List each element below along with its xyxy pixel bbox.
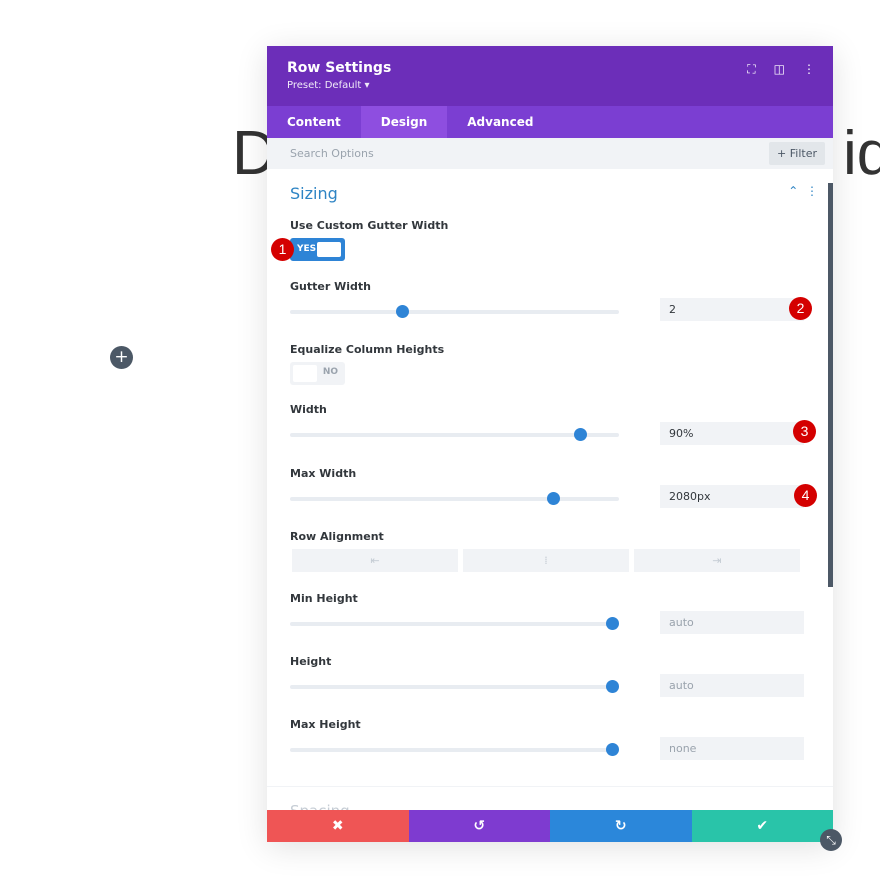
- align-left-icon: ⇤: [370, 554, 380, 567]
- gutter-width-input[interactable]: 2: [660, 298, 804, 321]
- tab-content[interactable]: Content: [267, 106, 361, 138]
- min-height-slider[interactable]: [290, 617, 620, 630]
- toggle-value: NO: [322, 367, 338, 377]
- search-options-input[interactable]: Search Options + Filter: [267, 138, 833, 169]
- slider-thumb[interactable]: [606, 680, 620, 693]
- slider-thumb[interactable]: [395, 305, 409, 318]
- gutter-width-slider[interactable]: [290, 305, 619, 318]
- section-menu-icon[interactable]: ⋮: [806, 184, 818, 198]
- cancel-button[interactable]: ✖: [267, 810, 409, 842]
- more-options-icon[interactable]: ⋮: [803, 62, 815, 77]
- height-slider[interactable]: [290, 680, 620, 693]
- modal-footer: ✖ ↺ ↻ ✔: [267, 810, 833, 842]
- modal-header: Row Settings Preset: Default ▾ ⛶ ◫ ⋮: [267, 46, 833, 106]
- max-width-slider[interactable]: [290, 492, 619, 505]
- step-badge-1: 1: [271, 238, 294, 261]
- max-width-label: Max Width: [290, 467, 357, 480]
- slider-thumb[interactable]: [573, 428, 587, 441]
- align-right-icon: ⇥: [712, 554, 722, 567]
- preset-dropdown[interactable]: Preset: Default ▾: [287, 80, 813, 91]
- undo-button[interactable]: ↺: [408, 810, 550, 842]
- width-input[interactable]: 90%: [660, 422, 804, 445]
- row-alignment-group: ⇤ ⁞ ⇥: [292, 549, 800, 572]
- slider-thumb[interactable]: [606, 743, 620, 756]
- add-row-button[interactable]: +: [110, 346, 133, 369]
- section-title: Sizing: [290, 184, 338, 203]
- max-height-input[interactable]: none: [660, 737, 804, 760]
- background-heading-right: iq: [843, 119, 880, 188]
- equalize-label: Equalize Column Heights: [290, 343, 445, 356]
- fullscreen-icon[interactable]: ⛶: [747, 62, 755, 77]
- equalize-heights-toggle[interactable]: NO: [290, 362, 345, 385]
- split-view-icon[interactable]: ◫: [774, 62, 785, 77]
- row-settings-modal: Row Settings Preset: Default ▾ ⛶ ◫ ⋮ Con…: [267, 46, 833, 842]
- align-right-button[interactable]: ⇥: [634, 549, 800, 572]
- gutter-toggle-label: Use Custom Gutter Width: [290, 219, 449, 232]
- tab-design[interactable]: Design: [360, 106, 448, 138]
- align-center-button[interactable]: ⁞: [463, 549, 629, 572]
- row-alignment-label: Row Alignment: [290, 530, 384, 543]
- width-label: Width: [290, 403, 327, 416]
- step-badge-4: 4: [794, 484, 817, 507]
- height-label: Height: [290, 655, 332, 668]
- min-height-label: Min Height: [290, 592, 358, 605]
- slider-thumb[interactable]: [547, 492, 561, 505]
- redo-button[interactable]: ↻: [550, 810, 692, 842]
- gutter-width-label: Gutter Width: [290, 280, 371, 293]
- max-width-input[interactable]: 2080px: [660, 485, 804, 508]
- height-input[interactable]: auto: [660, 674, 804, 697]
- step-badge-3: 3: [793, 420, 816, 443]
- modal-title: Row Settings: [287, 60, 392, 76]
- tab-advanced[interactable]: Advanced: [447, 106, 553, 138]
- filter-button[interactable]: + Filter: [769, 142, 825, 165]
- toggle-value: YES: [297, 244, 317, 254]
- align-center-icon: ⁞: [544, 554, 548, 567]
- resize-handle-icon[interactable]: ⤡: [820, 829, 842, 851]
- align-left-button[interactable]: ⇤: [292, 549, 458, 572]
- scrollbar[interactable]: [828, 183, 833, 587]
- save-button[interactable]: ✔: [691, 810, 833, 842]
- section-sizing[interactable]: Sizing ⌃ ⋮: [290, 184, 818, 206]
- gutter-width-toggle[interactable]: YES: [290, 238, 345, 261]
- min-height-input[interactable]: auto: [660, 611, 804, 634]
- tab-bar: Content Design Advanced: [267, 106, 833, 138]
- step-badge-2: 2: [789, 297, 812, 320]
- width-slider[interactable]: [290, 428, 619, 441]
- max-height-label: Max Height: [290, 718, 361, 731]
- chevron-up-icon[interactable]: ⌃: [788, 184, 798, 198]
- search-placeholder: Search Options: [290, 147, 374, 160]
- slider-thumb[interactable]: [606, 617, 620, 630]
- max-height-slider[interactable]: [290, 743, 620, 756]
